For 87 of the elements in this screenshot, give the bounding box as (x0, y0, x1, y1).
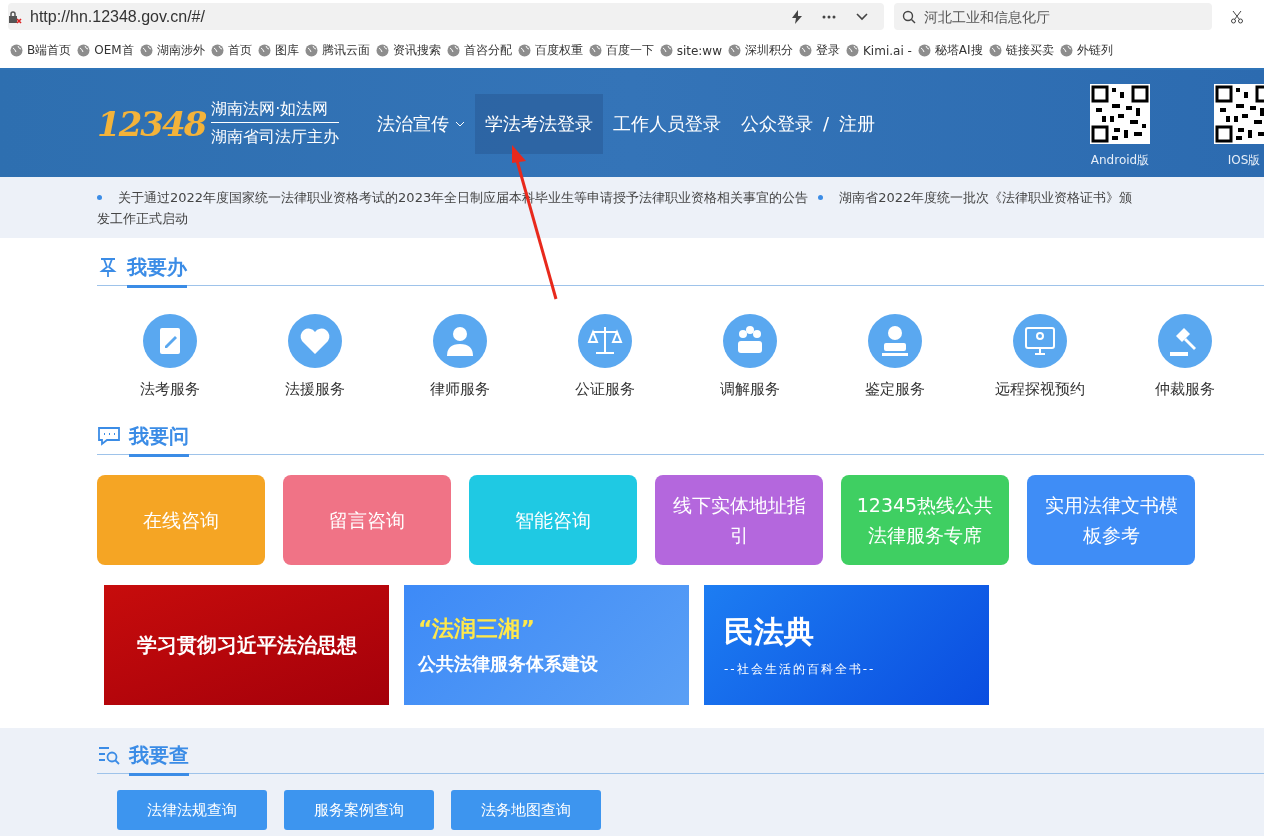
scale-icon (577, 314, 632, 368)
logo-number: 12348 (97, 103, 206, 144)
qr-label: Android版 (1090, 152, 1150, 169)
globe-icon (517, 44, 531, 57)
gavel-icon (1157, 314, 1212, 368)
group-icon (722, 314, 777, 368)
lightning-icon[interactable] (792, 9, 802, 24)
bookmark[interactable]: 深圳积分 (728, 42, 793, 59)
globe-icon (988, 44, 1002, 57)
chevron-down-icon[interactable] (856, 12, 868, 21)
service-item[interactable]: 远程探视预约 (967, 314, 1112, 399)
bookmark[interactable]: Kimi.ai - (846, 43, 912, 58)
globe-icon (799, 44, 812, 57)
globe-icon (917, 44, 931, 57)
bookmark[interactable]: 百度权重 (517, 42, 583, 59)
pin-icon (97, 256, 119, 277)
globe-icon (659, 44, 673, 57)
logo-subtitle: 湖南省司法厅主办 (211, 127, 340, 148)
section-title: 我要查 (129, 742, 189, 776)
bookmark[interactable]: 资讯搜索 (375, 42, 441, 59)
service-item[interactable]: 调解服务 (677, 314, 822, 399)
register-link[interactable]: 注册 (829, 93, 886, 154)
nav-tab[interactable]: 学法考法登录 (475, 93, 603, 154)
service-item[interactable]: 法援服务 (242, 314, 387, 399)
banner-subtitle: --社会生活的百科全书-- (724, 661, 876, 678)
nav-tab[interactable]: 工作人员登录 (603, 93, 731, 154)
logo-title: 湖南法网·如法网 (211, 99, 340, 123)
globe-icon (257, 44, 271, 57)
globe-icon (446, 44, 460, 57)
bullet-icon (818, 195, 824, 200)
stamp-icon (867, 314, 922, 368)
globe-icon (139, 44, 153, 57)
bookmark[interactable]: 秘塔AI搜 (917, 42, 983, 59)
url-text: http://hn.12348.gov.cn/#/ (30, 7, 205, 26)
globe-icon (375, 44, 389, 57)
banner-title: “法润三湘” (418, 615, 535, 643)
screen-icon (1012, 314, 1067, 368)
service-item[interactable]: 律师服务 (387, 314, 532, 399)
globe-icon (77, 44, 91, 57)
bookmark[interactable]: B端首页 (10, 42, 72, 59)
bookmark[interactable]: OEM首 (77, 42, 134, 59)
person-icon (432, 314, 487, 368)
globe-icon (588, 44, 602, 57)
promo-banner[interactable]: 学习贯彻习近平法治思想 (104, 585, 389, 705)
bookmark[interactable]: 首咨分配 (446, 42, 512, 59)
globe-icon (10, 44, 23, 57)
bookmark[interactable]: 百度一下 (588, 42, 654, 59)
bullet-icon (97, 195, 102, 200)
address-bar[interactable]: http://hn.12348.gov.cn/#/ (8, 3, 884, 30)
bookmark[interactable]: 腾讯云面 (304, 42, 370, 59)
scissors-icon[interactable] (1230, 9, 1244, 24)
banner-title: 民法典 (724, 613, 814, 651)
banner-subtitle: 公共法律服务体系建设 (418, 652, 598, 676)
section-title: 我要问 (129, 423, 189, 457)
qr-code-icon (1090, 84, 1150, 144)
bookmark[interactable]: 链接买卖 (988, 42, 1054, 59)
chevron-down-icon (455, 120, 465, 127)
service-item[interactable]: 公证服务 (532, 314, 677, 399)
banner-title: 学习贯彻习近平法治思想 (136, 631, 357, 659)
qr-code-icon (1214, 84, 1264, 144)
section-title: 我要办 (127, 254, 187, 288)
qr-label: IOS版 (1227, 152, 1261, 169)
list-search-icon (97, 744, 121, 765)
bookmark[interactable]: 图库 (257, 42, 299, 59)
bookmark[interactable]: 外链列 (1059, 42, 1113, 59)
search-field[interactable]: 河北工业和信息化厅 (894, 3, 1212, 30)
globe-icon (1059, 44, 1073, 57)
service-item[interactable]: 仲裁服务 (1112, 314, 1257, 399)
bookmark[interactable]: 登录 (799, 42, 840, 59)
globe-icon (304, 44, 318, 57)
globe-icon (846, 44, 859, 57)
insecure-lock-icon (8, 9, 22, 24)
pen-icon (142, 314, 197, 368)
bookmark[interactable]: 首页 (210, 42, 252, 59)
bookmark[interactable]: 湖南涉外 (139, 42, 205, 59)
globe-icon (728, 44, 741, 57)
chat-icon (97, 425, 121, 446)
more-icon[interactable] (822, 14, 836, 19)
service-item[interactable]: 法考服务 (97, 314, 242, 399)
promo-banner[interactable]: 民法典 --社会生活的百科全书-- (704, 585, 989, 705)
public-login-link[interactable]: 公众登录 (731, 93, 823, 154)
bookmark[interactable]: site:ww (659, 43, 722, 58)
consult-card[interactable]: 线下实体地址指引 (655, 475, 823, 565)
globe-icon (210, 44, 224, 57)
service-item[interactable]: 鉴定服务 (822, 314, 967, 399)
separator-text: / (823, 113, 830, 134)
nav-tab[interactable]: 法治宣传 (367, 93, 475, 154)
